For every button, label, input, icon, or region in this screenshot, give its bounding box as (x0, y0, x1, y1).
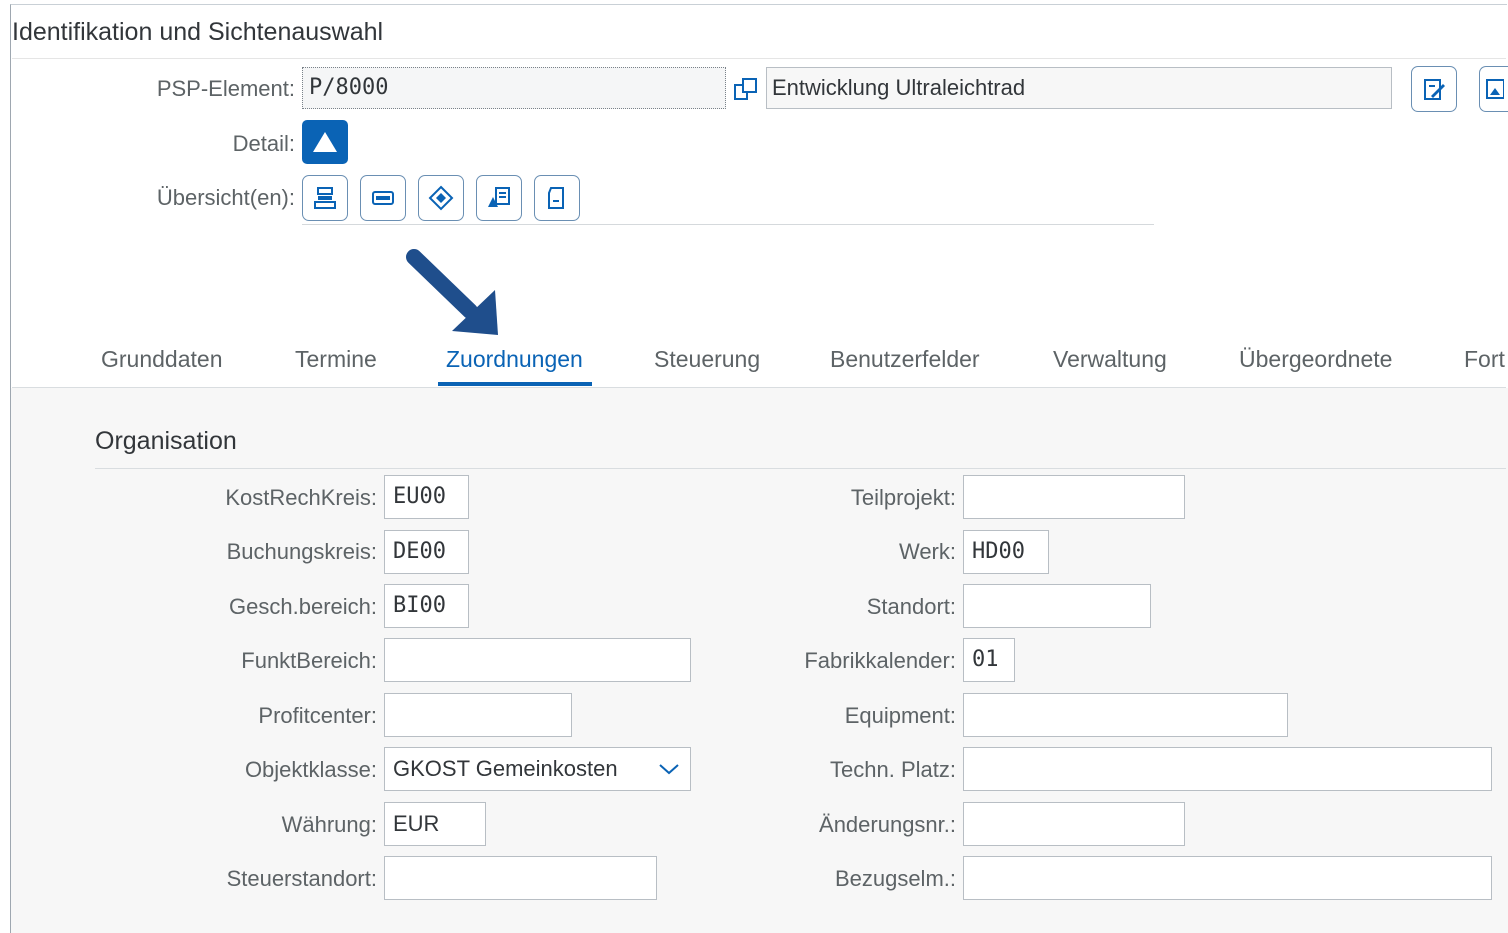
tab-benutzerfelder[interactable]: Benutzerfelder (830, 346, 980, 373)
bezugselm-field[interactable] (963, 856, 1492, 900)
funktbereich-label: FunktBereich: (241, 648, 377, 673)
geschbereich-field[interactable]: BI00 (384, 584, 469, 628)
overview-button-list[interactable] (360, 175, 406, 221)
detail-label: Detail: (232, 131, 295, 156)
copy-icon[interactable] (733, 76, 759, 102)
overview-button-hierarchy[interactable] (302, 175, 348, 221)
fabrikkalender-field[interactable]: 01 (963, 638, 1015, 682)
steuerstandort-field[interactable] (384, 856, 657, 900)
overview-button-page[interactable] (534, 175, 580, 221)
werk-label: Werk: (898, 539, 956, 564)
divider (95, 468, 1506, 469)
tab-verwaltung[interactable]: Verwaltung (1053, 346, 1167, 373)
section-title: Identifikation und Sichtenauswahl (12, 18, 384, 46)
equipment-field[interactable] (963, 693, 1288, 737)
steuerstandort-label: Steuerstandort: (226, 866, 377, 891)
bezugselm-label: Bezugselm.: (834, 866, 956, 891)
waehrung-label: Währung: (281, 812, 377, 837)
werk-field[interactable]: HD00 (963, 530, 1049, 574)
tab-zuordnungen[interactable]: Zuordnungen (446, 346, 583, 373)
tab-termine[interactable]: Termine (295, 346, 377, 373)
chevron-down-icon[interactable] (658, 762, 680, 776)
hierarchy-icon (314, 187, 336, 209)
waehrung-field[interactable]: EUR (384, 802, 486, 846)
edit-icon (1424, 79, 1445, 100)
funktbereich-field[interactable] (384, 638, 691, 682)
buchungskreis-field[interactable]: DE00 (384, 530, 469, 574)
document-transfer-icon (488, 187, 510, 207)
aenderungsnr-label: Änderungsnr.: (819, 812, 956, 837)
kostrechkreis-field[interactable]: EU00 (384, 475, 469, 519)
psp-element-input[interactable]: P/8000 (302, 67, 726, 109)
tab-steuerung[interactable]: Steuerung (654, 346, 760, 373)
objektklasse-value: GKOST Gemeinkosten (393, 756, 618, 781)
techn-platz-field[interactable] (963, 747, 1492, 791)
objektklasse-label: Objektklasse: (244, 757, 377, 782)
geschbereich-label: Gesch.bereich: (229, 594, 377, 619)
divider (12, 58, 1506, 59)
profitcenter-label: Profitcenter: (258, 703, 377, 728)
display-button[interactable] (1479, 66, 1508, 112)
diamond-icon (428, 185, 454, 211)
psp-description-field: Entwicklung Ultraleichtrad (766, 67, 1392, 109)
overview-label: Übersicht(en): (156, 185, 295, 210)
tab-uebergeordnete[interactable]: Übergeordnete (1239, 346, 1392, 373)
list-icon (372, 191, 394, 205)
equipment-label: Equipment: (844, 703, 956, 728)
content-area (11, 388, 1508, 933)
buchungskreis-label: Buchungskreis: (226, 539, 377, 564)
active-tab-indicator (438, 382, 592, 386)
image-icon (1486, 79, 1504, 99)
tab-fort[interactable]: Fort (1464, 346, 1506, 373)
triangle-up-icon (313, 132, 337, 152)
group-title: Organisation (95, 427, 237, 455)
profitcenter-field[interactable] (384, 693, 572, 737)
aenderungsnr-field[interactable] (963, 802, 1185, 846)
fabrikkalender-label: Fabrikkalender: (804, 648, 956, 673)
psp-element-label: PSP-Element: (156, 76, 295, 101)
arrow-icon (406, 249, 498, 335)
divider (302, 224, 1154, 225)
objektklasse-select[interactable]: GKOST Gemeinkosten (384, 747, 691, 791)
edit-button[interactable] (1411, 66, 1457, 112)
techn-platz-label: Techn. Platz: (830, 757, 956, 782)
detail-button[interactable] (302, 120, 348, 164)
teilprojekt-field[interactable] (963, 475, 1185, 519)
standort-field[interactable] (963, 584, 1151, 628)
kostrechkreis-label: KostRechKreis: (225, 485, 377, 510)
overview-button-milestone[interactable] (418, 175, 464, 221)
overview-button-documents[interactable] (476, 175, 522, 221)
tab-bar: Grunddaten Termine Zuordnungen Steuerung… (12, 330, 1506, 388)
page-icon (548, 187, 564, 209)
tab-grunddaten[interactable]: Grunddaten (101, 346, 222, 373)
standort-label: Standort: (866, 594, 956, 619)
teilprojekt-label: Teilprojekt: (850, 485, 956, 510)
